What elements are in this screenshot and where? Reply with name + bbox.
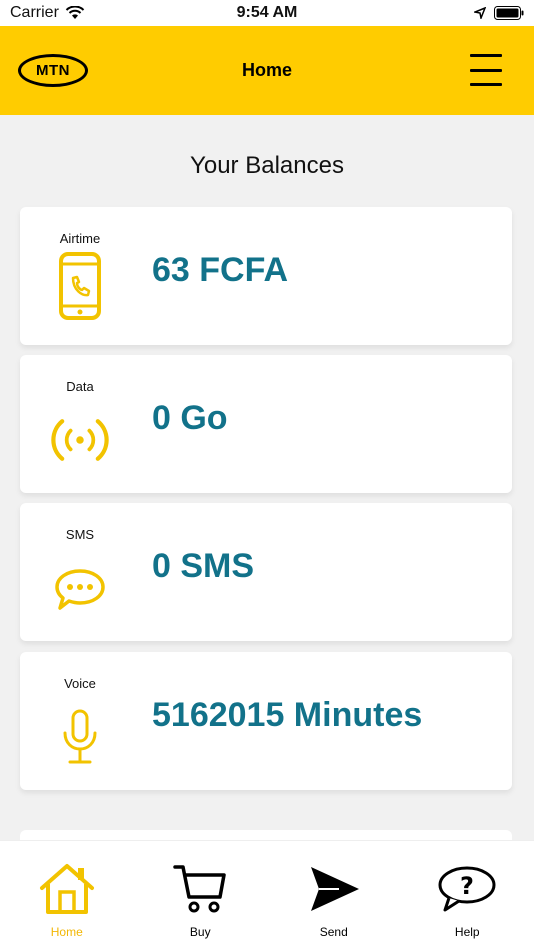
phone-icon [50,251,110,321]
balance-label: Voice [64,676,96,691]
nav-item-buy[interactable]: Buy [134,841,268,950]
balance-card-data[interactable]: Data 0 Go [20,355,512,493]
chat-bubble-icon [50,555,110,625]
balance-label: Airtime [59,231,101,246]
location-arrow-icon [474,7,486,19]
help-icon: ? [437,861,497,917]
balance-value: 0 SMS [152,547,255,585]
balance-value: 5162015 Minutes [152,696,423,734]
hamburger-line [470,68,502,72]
signal-icon [50,405,110,475]
wifi-icon [65,6,85,19]
nav-label: Help [454,925,480,939]
nav-item-send[interactable]: Send [267,841,401,950]
carrier-name: Carrier [10,4,59,21]
carrier-info: Carrier [10,4,85,22]
nav-label: Home [50,925,83,939]
hamburger-line [470,54,502,57]
nav-label: Buy [189,925,211,939]
battery-icon [494,6,524,20]
app-header: Home MTN [0,26,534,115]
balance-label: Data [66,379,94,394]
balance-label: SMS [65,527,95,542]
svg-text:?: ? [460,872,474,900]
nav-item-home[interactable]: Home [0,841,134,950]
send-icon [304,861,364,917]
mtn-logo: MTN [18,54,88,87]
balance-card-airtime[interactable]: Airtime 63 FCFA [20,207,512,345]
bottom-navigation: Home Buy Send ? Help [0,840,534,950]
microphone-icon [50,702,110,772]
balance-value: 63 FCFA [152,251,289,289]
hamburger-line [470,83,502,86]
cart-icon [170,861,230,917]
balance-card-voice[interactable]: Voice 5162015 Minutes [20,652,512,790]
balance-card-sms[interactable]: SMS 0 SMS [20,503,512,641]
status-bar: Carrier 9:54 AM [0,0,534,26]
menu-button[interactable] [470,54,502,86]
balance-value: 0 Go [152,399,228,437]
home-icon [37,861,97,917]
nav-label: Send [319,925,348,939]
balances-heading: Your Balances [190,152,344,179]
nav-item-help[interactable]: ? Help [401,841,534,950]
status-icons [474,6,524,20]
